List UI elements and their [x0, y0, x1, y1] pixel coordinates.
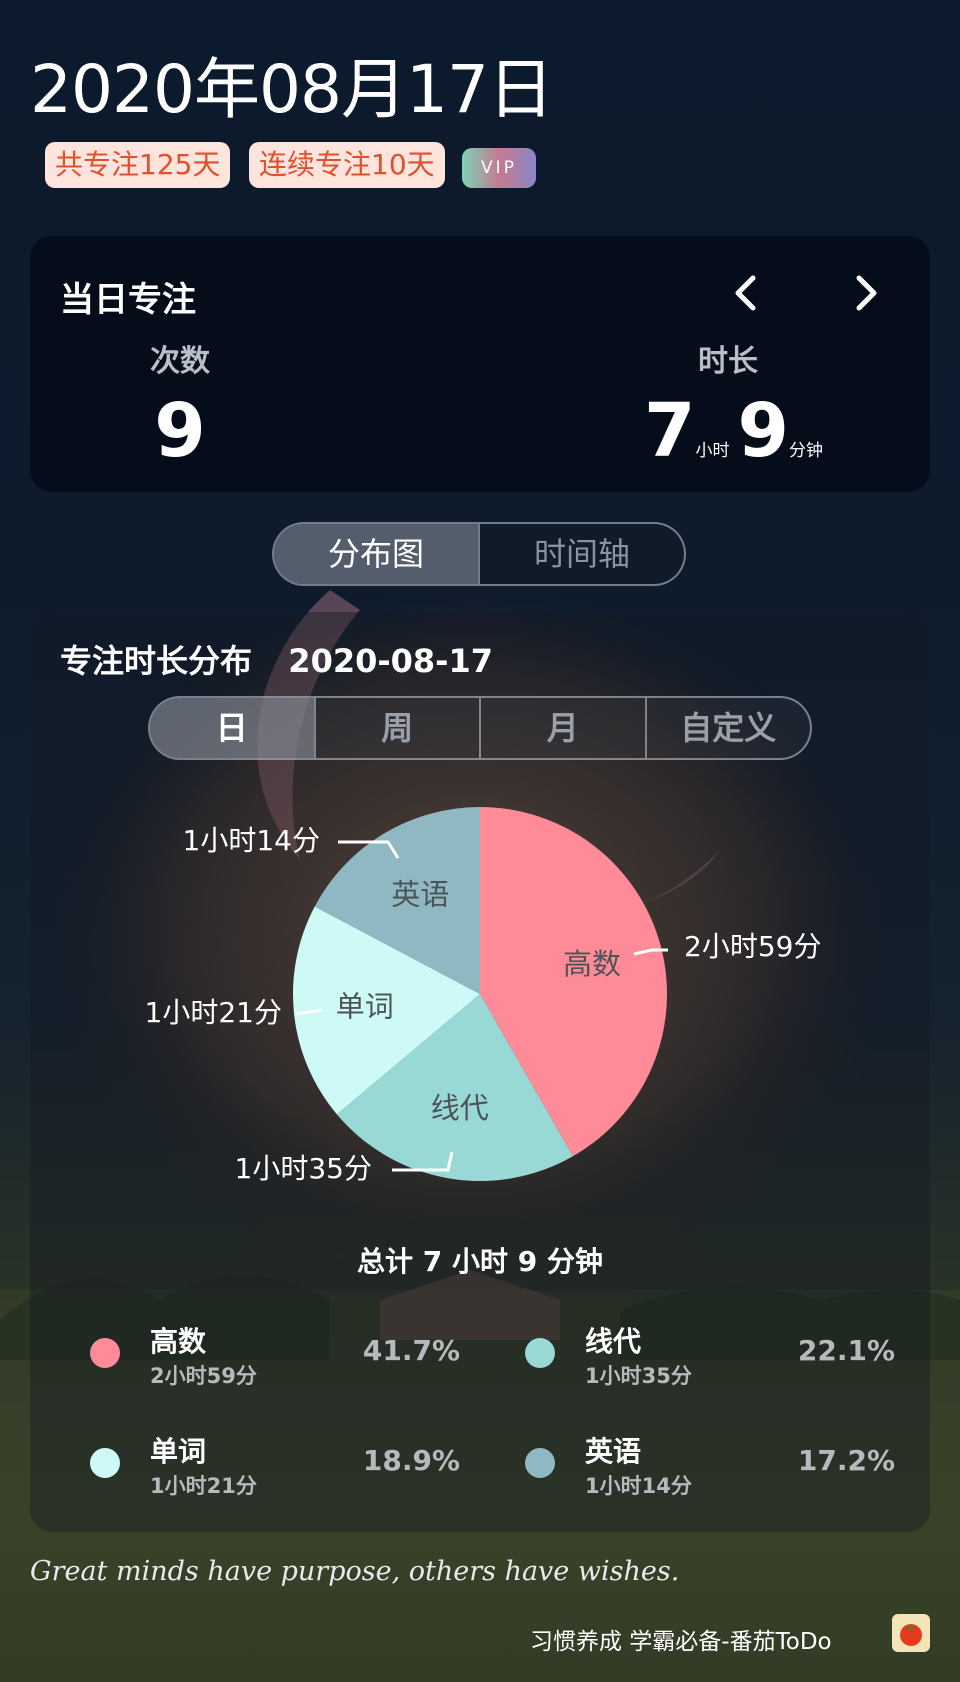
- legend-name: 英语: [585, 1435, 642, 1468]
- legend-duration: 1小时14分: [585, 1474, 692, 1498]
- legend-percent: 22.1%: [797, 1334, 895, 1367]
- tomato-icon[interactable]: [892, 1614, 930, 1652]
- legend-item: 单词 1小时21分 18.9%: [90, 1430, 470, 1510]
- pie-slice-label: 英语: [391, 878, 449, 912]
- app-slogan: 习惯养成 学霸必备-番茄ToDo: [530, 1629, 832, 1655]
- legend-duration: 2小时59分: [150, 1364, 257, 1388]
- legend-name: 线代: [585, 1325, 642, 1358]
- legend-color-dot: [525, 1338, 555, 1368]
- focus-pie-chart: 高数 2小时59分线代 1小时35分 单词 1小时21分 英语 1小时14分: [145, 807, 821, 1185]
- legend-percent: 41.7%: [362, 1334, 460, 1367]
- legend-duration: 1小时35分: [585, 1364, 692, 1388]
- legend-percent: 17.2%: [797, 1444, 895, 1477]
- legend-name: 单词: [150, 1435, 207, 1468]
- pie-value-label: 1小时14分: [183, 824, 320, 857]
- pie-slice-label: 线代: [431, 1091, 489, 1125]
- legend-percent: 18.9%: [362, 1444, 460, 1477]
- pie-value-label: 1小时21分: [145, 996, 282, 1029]
- legend-duration: 1小时21分: [150, 1474, 257, 1498]
- motivational-quote: Great minds have purpose, others have wi…: [30, 1556, 680, 1587]
- pie-value-label: 2小时59分: [684, 930, 821, 963]
- pie-slice-label: 单词: [336, 989, 394, 1023]
- legend-color-dot: [525, 1448, 555, 1478]
- total-duration: 总计 7 小时 9 分钟: [357, 1245, 603, 1278]
- legend-item: 线代 1小时35分 22.1%: [525, 1320, 905, 1400]
- tomato-icon-glyph: [900, 1624, 922, 1646]
- legend-item: 高数 2小时59分 41.7%: [90, 1320, 470, 1400]
- legend-name: 高数: [150, 1325, 207, 1358]
- pie-slice-label: 高数: [563, 947, 621, 981]
- legend-color-dot: [90, 1338, 120, 1368]
- pie-value-label: 1小时35分: [235, 1152, 372, 1185]
- legend-color-dot: [90, 1448, 120, 1478]
- legend-item: 英语 1小时14分 17.2%: [525, 1430, 905, 1510]
